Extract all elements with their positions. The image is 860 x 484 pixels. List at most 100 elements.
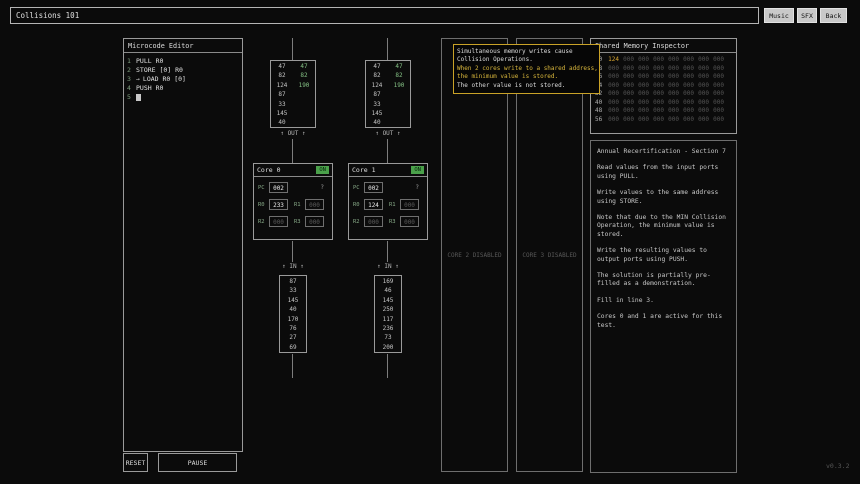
memory-row: 24000000000000000000000000 [595,82,732,91]
tooltip-text: Simultaneous memory writes cause Collisio… [457,48,598,90]
memory-value: 000 [698,81,709,89]
core-body: PC 002 ? R0 124 R1 000 R2 000 R3 000 [349,177,427,227]
input-value: 145 [382,296,394,304]
input-value: 170 [287,315,299,323]
tooltip-line: When 2 cores write to a shared address, [457,64,598,72]
editor-line[interactable]: 5 [127,93,239,102]
instruction-text: STORE [0] R0 [136,66,183,74]
expected-output-value: 124 [371,81,383,89]
memory-value: 000 [608,98,619,106]
actual-output-value: 82 [300,72,308,80]
core-body: PC 002 ? R0 233 R1 000 R2 000 R3 000 [254,177,332,227]
memory-value: 000 [653,81,664,89]
wire [387,354,388,378]
r3-register: 000 [400,216,419,227]
memory-value: 000 [608,73,619,80]
memory-row: 48 000 000 000 000 000 000 000 000 [595,107,732,116]
memory-value: 000 [668,107,679,114]
register-row: R2 000 R3 000 [353,216,423,227]
core-title-bar: Core 0 ON [254,164,332,177]
memory-address: 40 [595,98,603,106]
memory-value: 000 [623,81,634,89]
core-title-bar: Core 1 ON [349,164,427,177]
core2-disabled-label: CORE 2 DISABLED [447,251,502,259]
r0-register: 124 [364,199,383,210]
pc-register: 002 [269,182,288,193]
actual-output-column: 47 82 190 [388,62,410,127]
line-number: 5 [127,93,131,101]
memory-value: 000 [608,64,619,72]
line-number: 1 [127,57,131,65]
register-label: R3 [389,218,396,225]
editor-line[interactable]: 3 → LOAD R0 [0] [127,75,239,84]
memory-value: 000 [698,98,709,106]
register-row: R0 233 R1 000 [258,199,328,210]
memory-value: 000 [668,90,679,97]
back-button[interactable]: Back [820,8,847,23]
memory-value: 000 [653,64,664,72]
register-label: R0 [258,201,265,208]
input-value: 87 [289,278,297,285]
register-label: R0 [353,201,360,208]
level-title-box: Collisions 101 [10,7,759,24]
pc-row: PC 002 ? [258,182,328,193]
memory-value: 124 [608,56,619,63]
expected-output-value: 47 [373,63,381,70]
memory-value: 000 [668,64,679,72]
actual-output-value: 47 [300,63,308,70]
version-label: v0.3.2 [826,462,850,470]
memory-value: 000 [623,90,634,97]
expected-output-column: 47 82 124 87 33 145 40 [366,62,388,127]
pause-button[interactable]: PAUSE [158,453,237,472]
register-grid: R0 124 R1 000 R2 000 R3 000 [353,199,423,227]
input-value: 46 [384,287,392,295]
input-value: 145 [287,296,299,304]
memory-value: 000 [623,64,634,72]
core0-pipeline: 47 82 124 87 33 145 40 47 82 190 ↑ OUT ↑ Core 0 … [253,38,333,420]
music-button[interactable]: Music [764,8,794,23]
output-stack: 47 82 124 87 33 145 40 47 82 190 [365,60,411,128]
r2-register: 000 [364,216,383,227]
game-screen: Collisions 101 Music SFX Back Microcode … [0,0,860,484]
memory-value: 000 [698,115,709,123]
editor-line[interactable]: 1 PULL R0 [127,57,239,66]
memory-value: 000 [698,56,709,63]
memory-value: 000 [638,107,649,114]
instruction-paragraph: Write values to the same address using S… [597,189,719,205]
memory-value: 000 [683,90,694,97]
input-value: 200 [382,343,394,351]
memory-row: 08000000000000000000000000 [595,65,732,74]
memory-row: 40 000 000 000 000 000 000 000 000 [595,99,732,108]
editor-code-area[interactable]: 1 PULL R0 2 STORE [0] R0 3 → LOAD R0 [0] 4 PUSH … [124,53,242,106]
register-row: R2 000 R3 000 [258,216,328,227]
tooltip-line: Collision Operations. [457,56,533,64]
wire [292,38,293,60]
actual-output-column: 47 82 190 [293,62,315,127]
expected-output-value: 40 [373,119,381,127]
instruction-paragraph: Read values from the input ports using P… [597,164,719,180]
input-value: 236 [382,325,394,333]
memory-grid: 0012400000000000000000000008000000000000… [591,53,736,127]
core-panel: Core 1 ON PC 002 ? R0 124 R1 000 R2 000 R3 000 [348,163,428,240]
out-port-label: ↑ OUT ↑ [280,130,306,137]
memory-value: 000 [713,90,724,97]
expected-output-value: 82 [373,72,381,80]
memory-value: 000 [683,56,694,63]
input-value: 69 [289,343,297,351]
register-label: R1 [389,201,396,208]
editor-line[interactable]: 4 PUSH R0 [127,84,239,93]
memory-row: 56 000 000 000 000 000 000 000 000 [595,116,732,125]
pc-label: PC [353,184,360,191]
core3-panel: CORE 3 DISABLED [516,38,583,472]
reset-button[interactable]: RESET [123,453,148,472]
line-number: 3 [127,75,131,83]
flag-indicator: ? [415,184,419,191]
editor-line[interactable]: 2 STORE [0] R0 [127,66,239,75]
actual-output-value: 190 [298,81,310,89]
sfx-button[interactable]: SFX [797,8,817,23]
microcode-editor-panel: Microcode Editor 1 PULL R0 2 STORE [0] R0 3 →… [123,38,243,452]
memory-value: 000 [608,90,619,97]
memory-title: Shared Memory Inspector [591,39,736,53]
input-column: 169 46 145 250 117 236 73 200 [375,277,401,352]
memory-value: 000 [623,56,634,63]
